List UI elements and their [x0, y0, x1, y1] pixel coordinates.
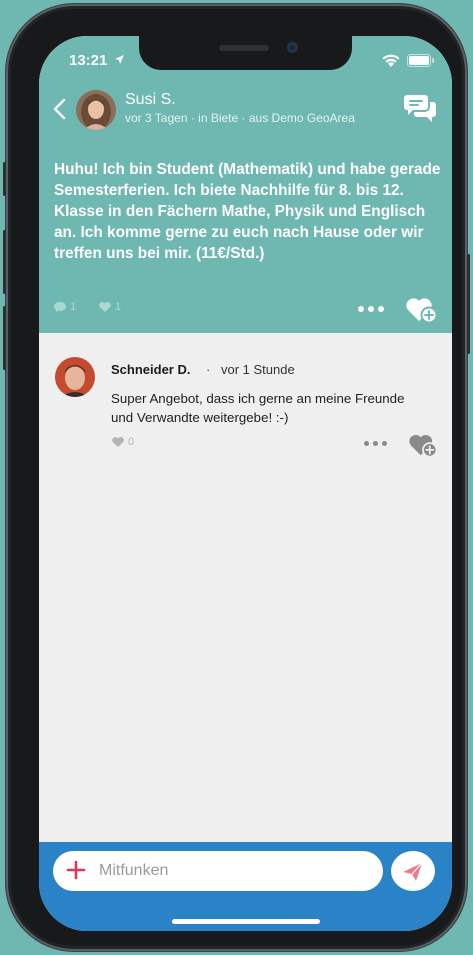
location-arrow-icon [114, 55, 124, 64]
heart-icon [112, 437, 124, 447]
back-chevron-icon[interactable] [49, 96, 71, 122]
dot [368, 306, 374, 312]
more-options-icon[interactable] [358, 306, 384, 312]
comment-count[interactable]: 1 [53, 301, 76, 313]
message-input-wrapper [53, 851, 383, 891]
camera [287, 42, 298, 53]
comment-more-options-icon[interactable] [364, 441, 387, 446]
volume-down-button [3, 306, 6, 370]
heart-add-icon[interactable] [405, 294, 438, 324]
avatar-photo [55, 357, 95, 397]
message-input[interactable] [99, 851, 369, 891]
avatar-photo [76, 90, 116, 130]
dot [358, 306, 364, 312]
chat-bubbles-icon[interactable] [403, 92, 437, 124]
dot [364, 441, 369, 446]
dot [382, 441, 387, 446]
power-button [467, 254, 470, 354]
comment-author[interactable]: Schneider D. [111, 362, 190, 377]
speaker [219, 45, 269, 51]
post-body: Huhu! Ich bin Student (Mathematik) und h… [54, 161, 441, 262]
dot [378, 306, 384, 312]
wifi-icon [382, 54, 400, 67]
comment-count-value: 1 [70, 301, 77, 313]
like-count[interactable]: 1 [98, 301, 121, 313]
home-indicator[interactable] [172, 919, 320, 924]
commenter-avatar[interactable] [55, 357, 95, 397]
paper-plane-icon [403, 862, 423, 881]
plus-icon[interactable] [65, 859, 87, 881]
status-icons [381, 54, 437, 68]
status-time-text: 13:21 [69, 52, 108, 69]
comment-bubble-icon [54, 302, 66, 312]
volume-up-button [3, 230, 6, 294]
comment-like-count[interactable]: 0 [111, 436, 134, 448]
comment-time: vor 1 Stunde [221, 362, 295, 377]
notch [139, 36, 352, 70]
phone-frame: 13:21 Susi S. vor 3 Tagen · in Biete · a… [3, 4, 470, 951]
author-avatar[interactable] [76, 90, 116, 130]
comment-like-value: 0 [128, 436, 135, 448]
post-card: 13:21 Susi S. vor 3 Tagen · in Biete · a… [39, 36, 452, 333]
dot [373, 441, 378, 446]
screen: 13:21 Susi S. vor 3 Tagen · in Biete · a… [39, 36, 452, 931]
comment-separator: · [206, 362, 211, 377]
post-meta: vor 3 Tagen · in Biete · aus Demo GeoAre… [125, 111, 355, 125]
heart-icon [99, 302, 111, 312]
like-count-value: 1 [115, 301, 122, 313]
status-time: 13:21 [69, 52, 125, 69]
heart-add-icon[interactable] [408, 431, 438, 458]
comment-text: Super Angebot, dass ich gerne an meine F… [111, 391, 405, 425]
composer-bar [39, 842, 452, 931]
post-author[interactable]: Susi S. [125, 91, 176, 109]
send-button[interactable] [391, 851, 435, 891]
battery-icon [407, 54, 434, 67]
mute-switch [3, 162, 6, 196]
